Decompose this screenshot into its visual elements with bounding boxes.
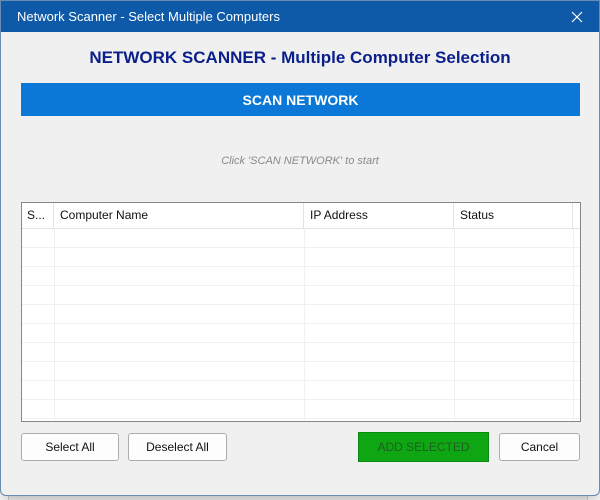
page-title: NETWORK SCANNER - Multiple Computer Sele…: [89, 48, 511, 67]
close-button[interactable]: [555, 1, 599, 32]
table-row: [22, 304, 580, 324]
table-row: [22, 266, 580, 286]
add-selected-button[interactable]: ADD SELECTED: [358, 432, 489, 462]
table-header: S... Computer Name IP Address Status: [22, 203, 580, 229]
column-header-select[interactable]: S...: [22, 203, 54, 228]
cancel-button[interactable]: Cancel: [499, 433, 580, 461]
close-icon: [571, 11, 583, 22]
table-row: [22, 323, 580, 343]
table-row: [22, 380, 580, 400]
network-scanner-dialog: Network Scanner - Select Multiple Comput…: [0, 0, 600, 496]
table-row: [22, 361, 580, 381]
table-row: [22, 399, 580, 419]
column-header-computer-name[interactable]: Computer Name: [54, 203, 304, 228]
deselect-all-button[interactable]: Deselect All: [128, 433, 227, 461]
scan-network-button[interactable]: SCAN NETWORK: [21, 83, 580, 116]
title-bar[interactable]: Network Scanner - Select Multiple Comput…: [1, 1, 599, 32]
table-row: [22, 228, 580, 248]
window-title: Network Scanner - Select Multiple Comput…: [17, 9, 280, 24]
column-header-ip-address[interactable]: IP Address: [304, 203, 454, 228]
select-all-button[interactable]: Select All: [21, 433, 119, 461]
table-row: [22, 285, 580, 305]
column-header-status[interactable]: Status: [454, 203, 573, 228]
table-row: [22, 342, 580, 362]
computer-table[interactable]: S... Computer Name IP Address Status: [21, 202, 581, 422]
table-row: [22, 247, 580, 267]
status-hint: Click 'SCAN NETWORK' to start: [221, 155, 379, 167]
